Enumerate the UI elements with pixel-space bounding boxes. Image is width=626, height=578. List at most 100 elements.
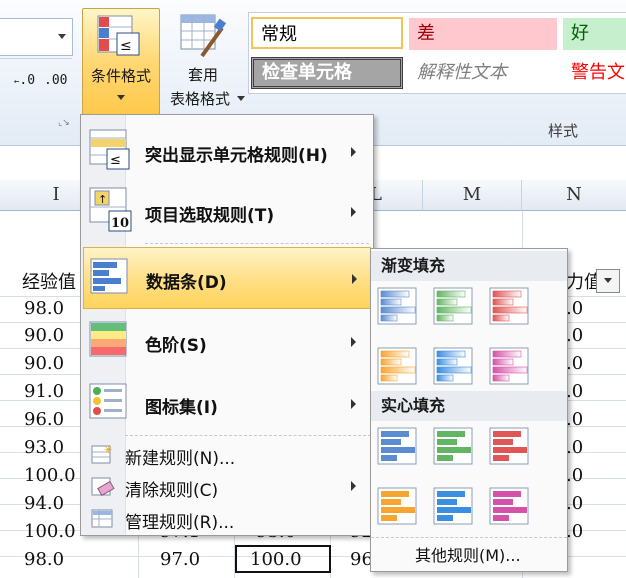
conditional-formatting-icon: ≤	[97, 15, 140, 56]
cell[interactable]: 96.0	[24, 409, 64, 430]
solid-data-bar-option[interactable]	[377, 427, 421, 467]
new-rule-icon: ✳	[91, 445, 112, 464]
menu-item-color-scales[interactable]: 色阶(S)	[81, 311, 373, 371]
solid-data-bar-option[interactable]	[377, 487, 421, 527]
chevron-down-icon[interactable]	[58, 34, 66, 39]
solid-data-bar-option[interactable]	[489, 487, 533, 527]
clear-rules-icon	[91, 477, 115, 497]
column-header-N[interactable]: N	[522, 180, 626, 211]
menu-item-data-bars[interactable]: 数据条(D)	[83, 247, 371, 309]
gradient-data-bar-option[interactable]	[489, 287, 533, 327]
cell[interactable]: .0	[566, 353, 583, 374]
svg-text:✳: ✳	[104, 445, 112, 456]
chevron-right-icon	[351, 399, 356, 409]
more-rules-item[interactable]: 其他规则(M)...	[415, 542, 521, 566]
decrease-decimal-button[interactable]: .00	[44, 72, 67, 88]
divider	[125, 435, 371, 436]
style-good[interactable]: 好	[563, 18, 626, 50]
data-bars-submenu: 渐变填充 实心填充 其他规则(M)...	[370, 248, 568, 572]
cell[interactable]: .0	[566, 298, 583, 319]
column-header-M[interactable]: M	[423, 180, 522, 211]
cell[interactable]: 100.0	[250, 549, 302, 570]
format-as-table-label-2: 表格格式	[169, 90, 230, 108]
cell[interactable]: 98.0	[24, 298, 64, 319]
solid-data-bar-option[interactable]	[433, 427, 477, 467]
increase-decimal-button[interactable]: ←.0	[14, 72, 35, 88]
divider	[145, 243, 369, 244]
cell[interactable]: .0	[566, 493, 583, 514]
cell[interactable]: 93.0	[24, 437, 64, 458]
format-as-table-button[interactable]: 套用 表格格式	[160, 8, 246, 114]
solid-data-bar-option[interactable]	[433, 487, 477, 527]
data-bar-swatch-icon	[489, 487, 529, 525]
cell[interactable]: .0	[566, 409, 583, 430]
cell[interactable]: .0	[566, 465, 583, 486]
style-explanatory[interactable]: 解释性文本	[409, 57, 557, 89]
menu-item-clear-rules[interactable]: 清除规则(C)	[81, 471, 373, 501]
svg-text:10: 10	[111, 216, 129, 231]
svg-text:≤: ≤	[120, 38, 132, 54]
chevron-right-icon	[351, 481, 356, 491]
menu-item-label: 管理规则(R)...	[125, 513, 235, 533]
data-bar-swatch-icon	[433, 427, 473, 465]
data-bar-swatch-icon	[489, 287, 529, 325]
cell[interactable]: .0	[566, 437, 583, 458]
gradient-data-bar-option[interactable]	[489, 347, 533, 387]
cell[interactable]: .0	[566, 381, 583, 402]
cell[interactable]: 91.0	[24, 381, 64, 402]
filter-dropdown-button[interactable]	[596, 269, 620, 293]
cell-styles-gallery: 常规 差 好 检查单元格 解释性文本 警告文	[248, 12, 626, 94]
cell-header-I[interactable]: 经验值	[22, 268, 76, 294]
dialog-launcher-icon[interactable]: ⌞↘	[58, 118, 70, 128]
menu-item-label: 新建规则(N)...	[125, 449, 236, 469]
menu-item-manage-rules[interactable]: 管理规则(R)...	[81, 503, 373, 533]
menu-item-icon-sets[interactable]: 图标集(I)	[81, 373, 373, 433]
chevron-right-icon	[352, 274, 357, 284]
chevron-down-icon	[117, 95, 125, 100]
menu-item-label: 清除规则(C)	[125, 481, 219, 501]
gradient-data-bar-option[interactable]	[377, 287, 421, 327]
cell[interactable]: 100.0	[24, 521, 76, 542]
style-bad[interactable]: 差	[409, 18, 557, 50]
menu-item-label: 数据条(D)	[146, 273, 227, 293]
chevron-down-icon[interactable]	[604, 278, 612, 283]
cell[interactable]: .0	[566, 325, 583, 346]
data-bars-icon	[90, 258, 128, 294]
number-format-combo[interactable]	[0, 18, 73, 56]
menu-item-label: 色阶(S)	[145, 336, 207, 356]
style-normal[interactable]: 常规	[251, 17, 403, 49]
highlight-cells-rules-icon: ≤	[89, 129, 130, 170]
menu-item-highlight-cells-rules[interactable]: ≤ 突出显示单元格规则(H)	[81, 121, 373, 181]
style-warning[interactable]: 警告文	[563, 57, 626, 89]
data-bar-swatch-icon	[433, 287, 473, 325]
data-bar-swatch-icon	[377, 487, 417, 525]
cell[interactable]: 94.0	[24, 493, 64, 514]
gradient-data-bar-option[interactable]	[433, 287, 477, 327]
gradient-data-bar-option[interactable]	[377, 347, 421, 387]
data-bar-swatch-icon	[377, 427, 417, 465]
cell[interactable]: 97.0	[160, 549, 200, 570]
gradient-data-bar-option[interactable]	[433, 347, 477, 387]
cell[interactable]: 98.0	[24, 549, 64, 570]
solid-data-bar-option[interactable]	[489, 427, 533, 467]
cell[interactable]: 90.0	[24, 325, 64, 346]
color-scales-icon	[89, 321, 127, 357]
data-bar-swatch-icon	[489, 347, 529, 385]
cell[interactable]: 90.0	[24, 353, 64, 374]
chevron-right-icon	[351, 147, 356, 157]
format-as-table-label-1: 套用	[187, 66, 218, 84]
icon-sets-icon	[89, 383, 127, 419]
menu-item-label: 图标集(I)	[145, 398, 218, 418]
menu-item-new-rule[interactable]: ✳ 新建规则(N)...	[81, 439, 373, 469]
style-check-cell[interactable]: 检查单元格	[251, 57, 403, 89]
gradient-fill-title: 渐变填充	[371, 251, 567, 281]
manage-rules-icon	[91, 509, 113, 528]
cell[interactable]: .0	[566, 521, 583, 542]
menu-item-top-bottom-rules[interactable]: ↑ 10 项目选取规则(T)	[81, 183, 373, 241]
conditional-formatting-button[interactable]: ≤ 条件格式	[82, 8, 160, 116]
chevron-right-icon	[351, 207, 356, 217]
top-bottom-rules-icon: ↑ 10	[89, 187, 132, 232]
divider	[0, 58, 72, 59]
conditional-formatting-menu: ≤ 突出显示单元格规则(H) ↑ 10 项目选取规则(T) 数据条(D) 色阶(…	[80, 114, 374, 536]
cell[interactable]: 100.0	[24, 465, 76, 486]
